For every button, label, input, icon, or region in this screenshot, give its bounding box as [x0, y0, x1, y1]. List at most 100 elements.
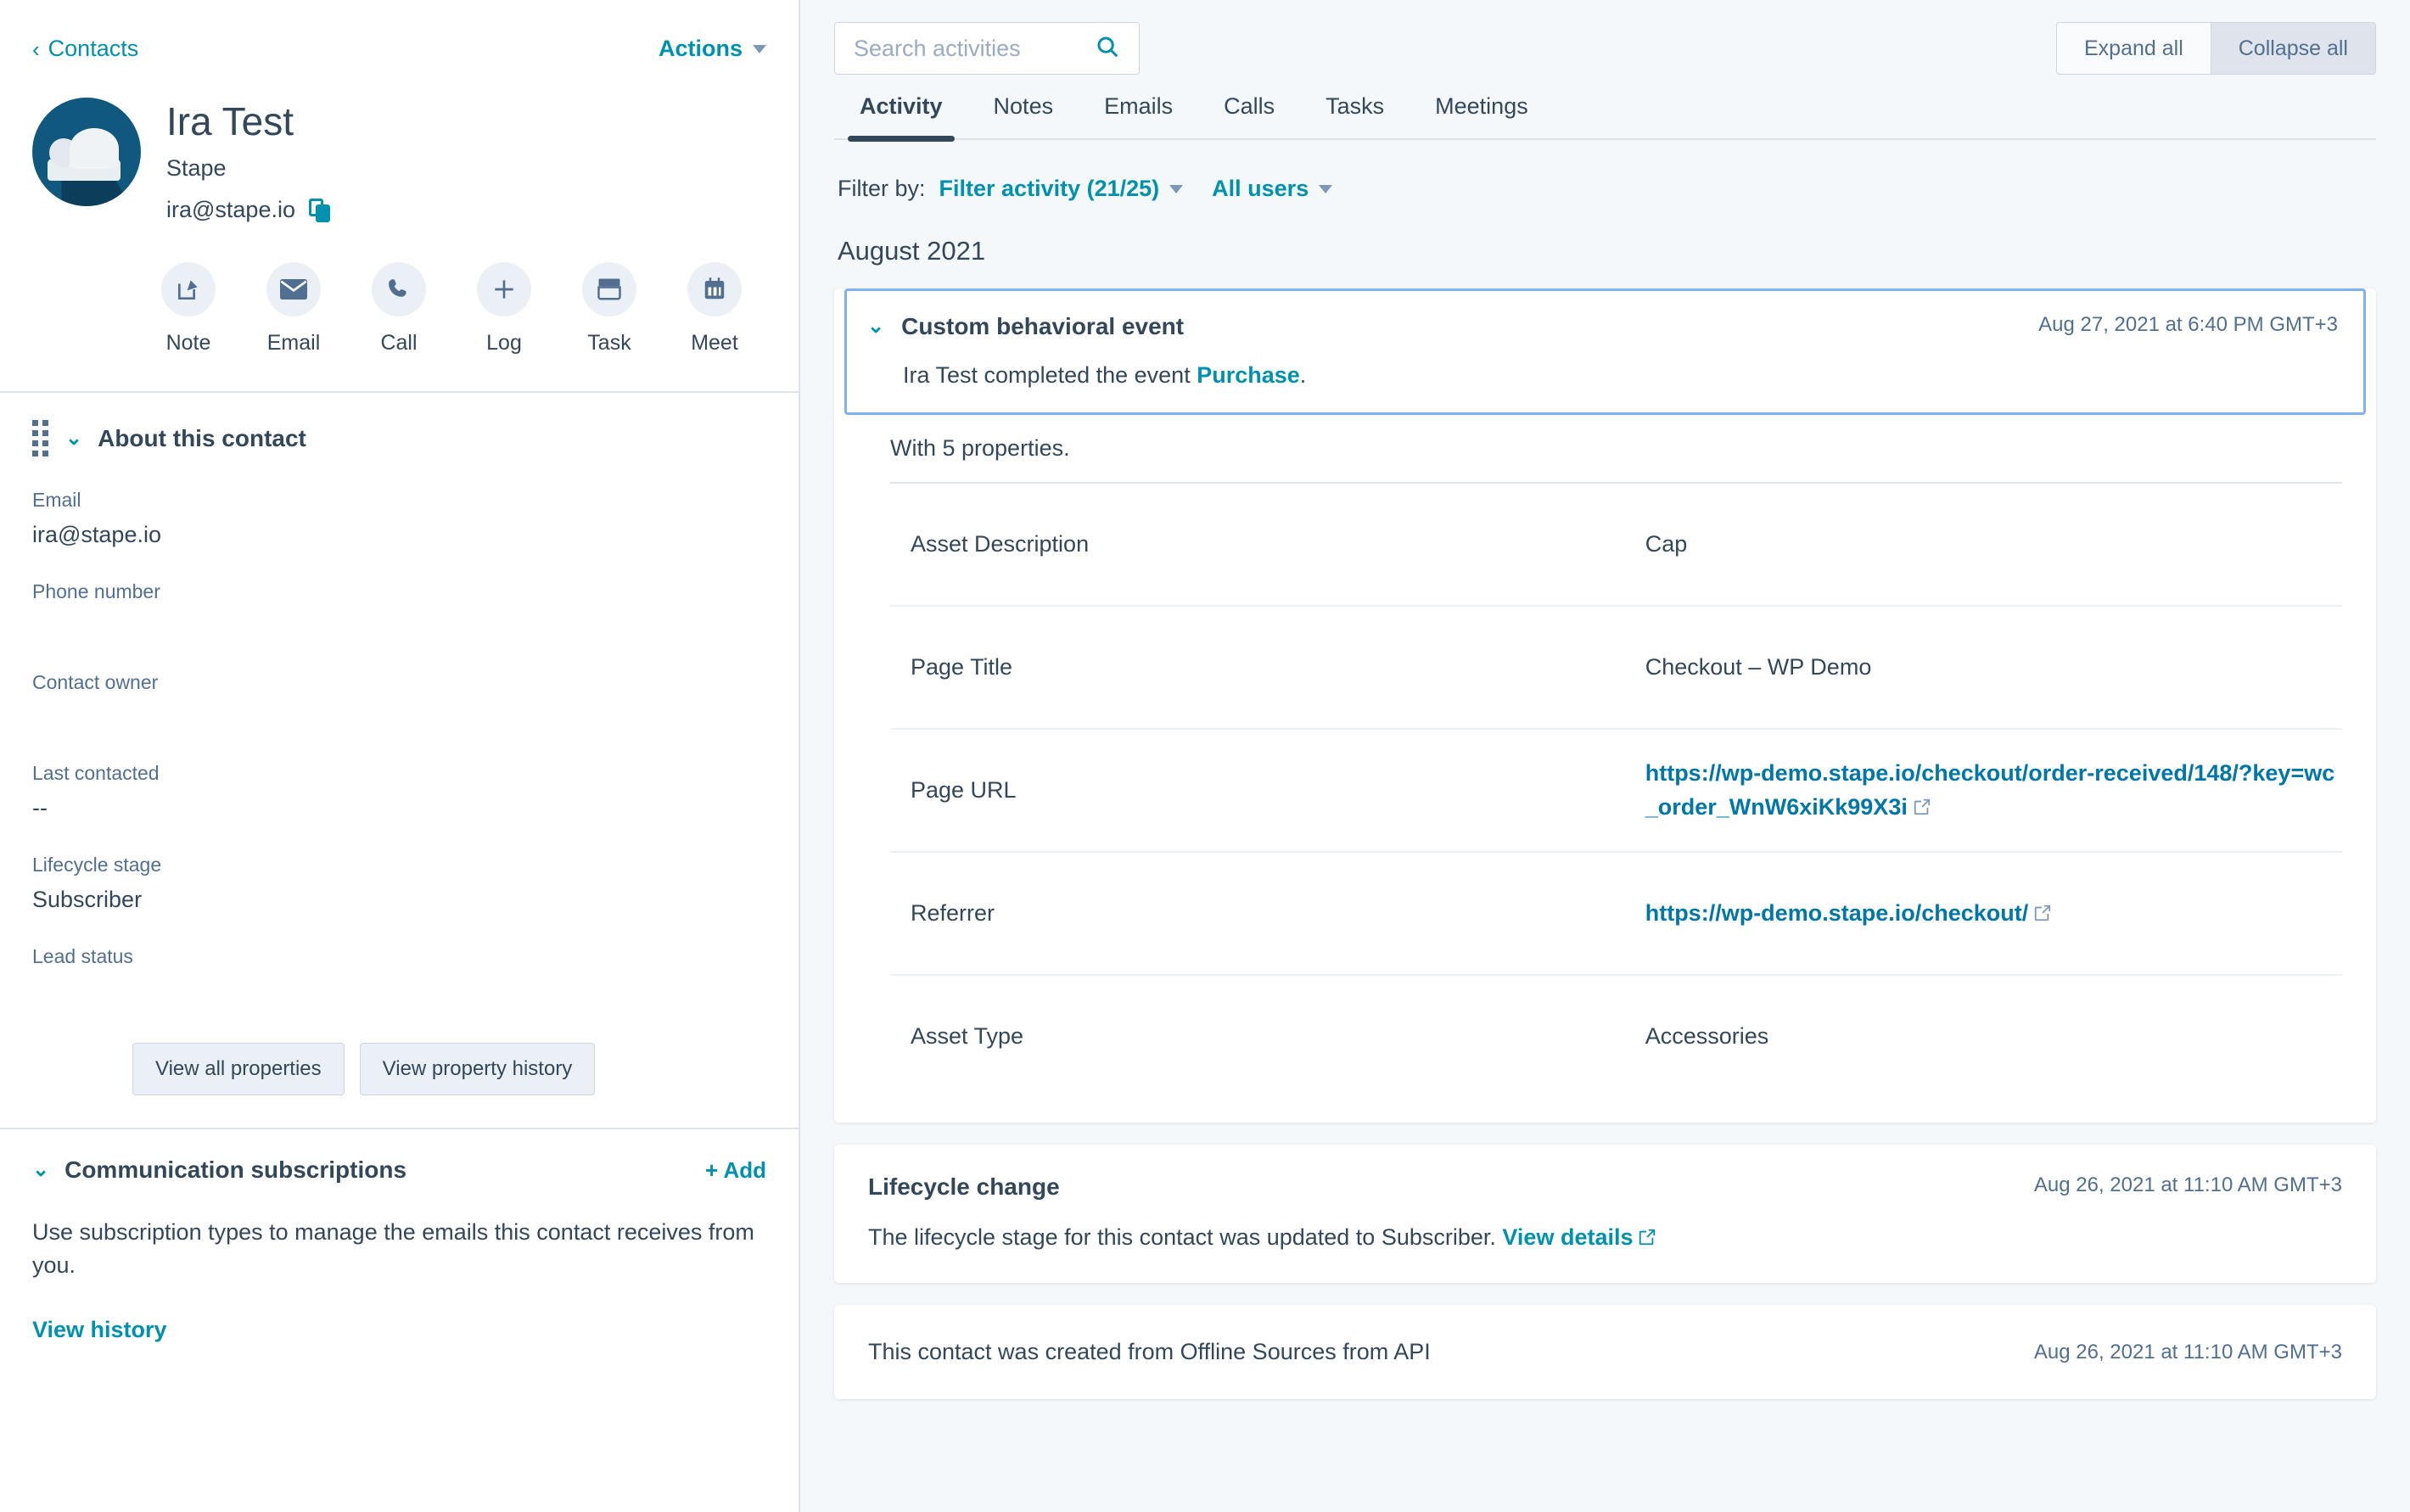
quick-action-call[interactable]: Call [353, 262, 445, 356]
back-to-contacts-label: Contacts [48, 36, 139, 61]
search-input[interactable] [854, 35, 1083, 62]
property-value[interactable] [32, 704, 766, 730]
copy-icon[interactable] [308, 198, 331, 222]
chevron-down-icon [1169, 184, 1184, 193]
chevron-down-icon [1319, 184, 1333, 193]
expand-collapse-group: Expand all Collapse all [2056, 22, 2376, 75]
chevron-left-icon: ‹ [32, 36, 40, 62]
property-last-contacted: Last contacted -- [32, 762, 766, 821]
property-value[interactable] [32, 978, 766, 1004]
table-row: Page URL https://wp-demo.stape.io/checko… [890, 728, 2342, 851]
external-link-icon[interactable] [2033, 899, 2052, 921]
tab-notes[interactable]: Notes [968, 93, 1079, 138]
property-email: Email ira@stape.io [32, 489, 766, 548]
tab-emails[interactable]: Emails [1079, 93, 1198, 138]
tab-tasks[interactable]: Tasks [1300, 93, 1410, 138]
tab-meetings[interactable]: Meetings [1410, 93, 1554, 138]
back-to-contacts-link[interactable]: ‹ Contacts [32, 36, 138, 62]
property-value[interactable]: Subscriber [32, 887, 766, 913]
property-label: Email [32, 489, 81, 512]
contact-record-page: ‹ Contacts Actions Ira Test Stape ira@st… [0, 0, 2410, 1512]
filter-row: Filter by: Filter activity (21/25) All u… [834, 176, 2376, 202]
external-link-icon[interactable] [1913, 792, 1931, 815]
tab-activity[interactable]: Activity [834, 93, 968, 142]
table-row: Page Title Checkout – WP Demo [890, 605, 2342, 728]
quick-action-note[interactable]: Note [143, 262, 234, 356]
property-label: Phone number [32, 580, 160, 603]
event-header-highlight[interactable]: ⌄ Custom behavioral event Aug 27, 2021 a… [844, 288, 2366, 415]
property-lifecycle-stage: Lifecycle stage Subscriber [32, 854, 766, 913]
activity-main-panel: Expand all Collapse all Activity Notes E… [800, 0, 2410, 1512]
company-name: Stape [166, 155, 227, 182]
quick-action-log[interactable]: Log [458, 262, 550, 356]
contact-email-row: ira@stape.io [166, 197, 331, 223]
property-key: Page URL [911, 777, 1017, 803]
property-value: https://wp-demo.stape.io/checkout/order-… [1645, 757, 2342, 823]
quick-action-label: Log [486, 331, 522, 356]
filter-users-dropdown[interactable]: All users [1212, 176, 1333, 202]
search-activities-box[interactable] [834, 22, 1140, 75]
property-value: Accessories [1645, 1022, 1769, 1049]
event-description-suffix: . [1299, 362, 1307, 388]
subscriptions-section-header: ⌄ Communication subscriptions + Add [32, 1129, 766, 1184]
lifecycle-body-text: The lifecycle stage for this contact was… [868, 1224, 1503, 1250]
communication-subscriptions-section: ⌄ Communication subscriptions + Add Use … [0, 1129, 799, 1342]
phone-icon [372, 262, 426, 317]
page-url-link[interactable]: https://wp-demo.stape.io/checkout/order-… [1645, 760, 2335, 819]
property-lead-status: Lead status [32, 945, 766, 1004]
chevron-down-icon[interactable]: ⌄ [65, 428, 82, 449]
actions-dropdown-button[interactable]: Actions [659, 36, 766, 62]
about-section-title: About this contact [98, 424, 306, 451]
quick-action-email[interactable]: Email [248, 262, 339, 356]
property-value: Checkout – WP Demo [1645, 653, 1872, 680]
tab-calls[interactable]: Calls [1198, 93, 1300, 138]
lifecycle-card-body: The lifecycle stage for this contact was… [868, 1224, 2342, 1251]
table-row: Asset Type Accessories [890, 974, 2342, 1097]
note-pencil-icon [161, 262, 216, 317]
property-phone: Phone number [32, 580, 766, 639]
quick-action-task[interactable]: Task [563, 262, 655, 356]
sidebar-header: ‹ Contacts Actions Ira Test Stape ira@st… [0, 0, 799, 356]
quick-action-label: Call [380, 331, 418, 356]
property-contact-owner: Contact owner [32, 671, 766, 730]
external-link-icon[interactable] [1638, 1226, 1656, 1246]
event-description-prefix: Ira Test completed the event [903, 362, 1197, 388]
envelope-icon [266, 262, 321, 317]
view-all-properties-button[interactable]: View all properties [132, 1043, 345, 1096]
search-icon[interactable] [1095, 34, 1120, 64]
event-properties-table: Asset Description Cap Page Title Checkou… [834, 482, 2376, 1097]
property-value: https://wp-demo.stape.io/checkout/ [1645, 897, 2342, 930]
created-card-timestamp: Aug 26, 2021 at 11:10 AM GMT+3 [2033, 1340, 2342, 1364]
property-value[interactable]: -- [32, 795, 766, 821]
contact-identity-text: Ira Test Stape ira@stape.io [166, 98, 331, 223]
add-subscription-button[interactable]: + Add [705, 1157, 766, 1184]
about-section-header[interactable]: ⌄ About this contact [32, 393, 766, 457]
filter-activity-label: Filter activity (21/25) [939, 176, 1160, 201]
property-key: Page Title [911, 654, 1013, 680]
quick-action-meet[interactable]: Meet [669, 262, 760, 356]
contact-sidebar: ‹ Contacts Actions Ira Test Stape ira@st… [0, 0, 800, 1512]
property-value[interactable] [32, 613, 766, 639]
property-value: Cap [1645, 530, 1688, 557]
property-label: Lead status [32, 945, 133, 968]
filter-activity-dropdown[interactable]: Filter activity (21/25) [939, 176, 1184, 202]
activity-tabs: Activity Notes Emails Calls Tasks Meetin… [834, 93, 2376, 142]
subscriptions-description: Use subscription types to manage the ema… [32, 1219, 754, 1279]
expand-all-button[interactable]: Expand all [2056, 22, 2211, 75]
drag-handle-icon[interactable] [32, 420, 48, 457]
lifecycle-card-timestamp: Aug 26, 2021 at 11:10 AM GMT+3 [2033, 1173, 2342, 1196]
properties-count-note: With 5 properties. [890, 435, 1070, 461]
property-value[interactable]: ira@stape.io [32, 522, 766, 548]
view-details-link[interactable]: View details [1502, 1224, 1633, 1250]
referrer-link[interactable]: https://wp-demo.stape.io/checkout/ [1645, 900, 2029, 926]
view-history-link[interactable]: View history [32, 1317, 167, 1343]
event-name-link[interactable]: Purchase [1197, 362, 1300, 388]
contact-name: Ira Test [166, 99, 294, 143]
chevron-down-icon[interactable]: ⌄ [867, 316, 884, 337]
quick-action-label: Task [587, 331, 631, 356]
view-property-history-button[interactable]: View property history [359, 1043, 596, 1096]
contact-email: ira@stape.io [166, 197, 295, 223]
about-buttons-row: View all properties View property histor… [132, 1043, 766, 1096]
collapse-all-button[interactable]: Collapse all [2210, 22, 2376, 75]
chevron-down-icon[interactable]: ⌄ [32, 1160, 49, 1180]
